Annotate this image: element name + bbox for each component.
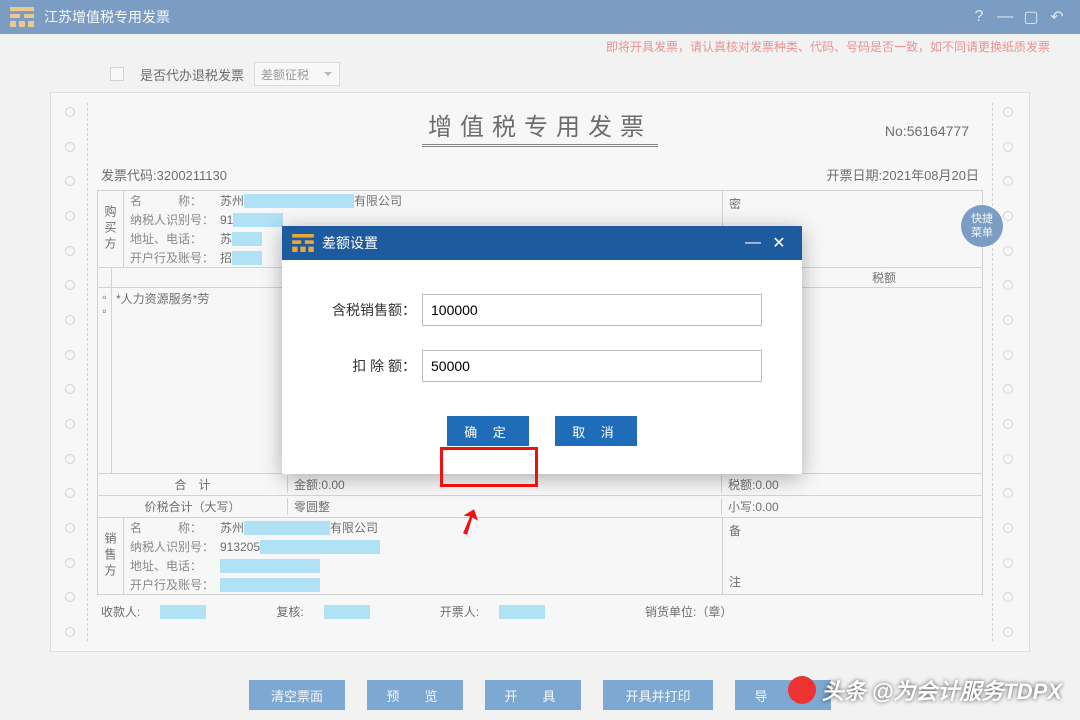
deduct-amount-label: 扣 除 额： (322, 356, 422, 376)
modal-logo-icon (292, 234, 314, 252)
watermark: 头条 @为会计服务TDPX (788, 674, 1062, 706)
modal-title: 差额设置 (322, 233, 740, 253)
annotation-highlight (440, 447, 538, 487)
cancel-button[interactable]: 取 消 (555, 416, 637, 446)
deduct-amount-input[interactable] (422, 350, 762, 382)
sales-amount-label: 含税销售额： (322, 300, 422, 320)
modal-minimize-icon[interactable]: — (740, 234, 766, 252)
watermark-icon (788, 676, 816, 704)
ok-button[interactable]: 确 定 (447, 416, 529, 446)
sales-amount-input[interactable] (422, 294, 762, 326)
modal-close-icon[interactable]: ✕ (766, 233, 792, 253)
difference-modal: 差额设置 — ✕ 含税销售额： 扣 除 额： 确 定 取 消 (282, 226, 802, 474)
